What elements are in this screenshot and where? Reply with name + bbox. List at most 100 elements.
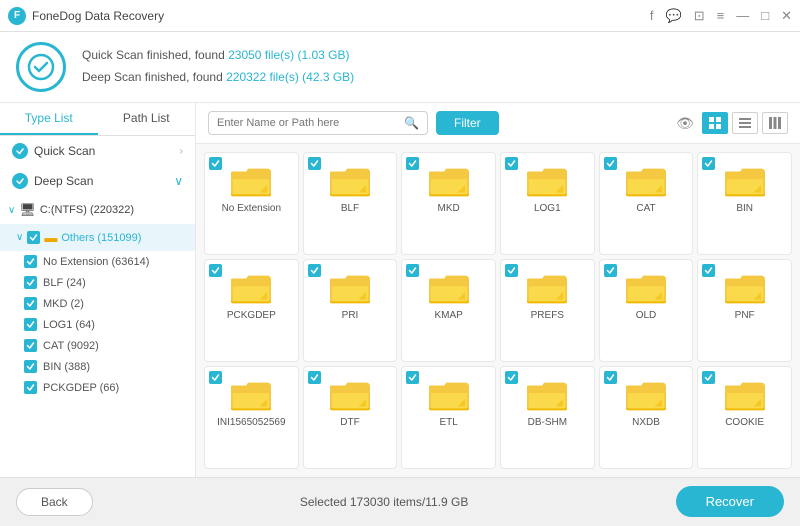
drive-item[interactable]: ∨ 🖥 C:(NTFS) (220322) xyxy=(0,196,195,224)
file-type-item[interactable]: BLF (24) xyxy=(0,272,195,293)
minimize-icon[interactable]: — xyxy=(736,8,749,23)
deep-scan-arrow: ∨ xyxy=(174,174,183,188)
file-type-checkbox[interactable] xyxy=(24,297,37,310)
maximize-icon[interactable]: □ xyxy=(761,8,769,23)
file-type-checkbox[interactable] xyxy=(24,318,37,331)
file-tile[interactable]: PNF xyxy=(697,259,792,362)
folder-icon xyxy=(725,272,765,306)
folder-icon xyxy=(626,272,666,306)
folder-icon: ▬ xyxy=(44,230,57,245)
file-tile[interactable]: NXDB xyxy=(599,366,694,469)
tile-checkbox[interactable] xyxy=(604,371,617,385)
tile-checkbox[interactable] xyxy=(505,264,518,278)
file-type-checkbox[interactable] xyxy=(24,276,37,289)
tile-checkbox[interactable] xyxy=(505,157,518,171)
file-tile[interactable]: BIN xyxy=(697,152,792,255)
tile-checkbox[interactable] xyxy=(604,157,617,171)
file-tile[interactable]: PREFS xyxy=(500,259,595,362)
file-type-label: MKD (2) xyxy=(43,298,84,310)
tile-checkbox[interactable] xyxy=(308,264,321,278)
file-tile[interactable]: KMAP xyxy=(401,259,496,362)
tile-label: DB-SHM xyxy=(528,417,567,428)
folder-icon xyxy=(231,272,271,306)
file-tile[interactable]: DTF xyxy=(303,366,398,469)
tile-checkbox[interactable] xyxy=(702,157,715,171)
file-tile[interactable]: BLF xyxy=(303,152,398,255)
file-type-label: No Extension (63614) xyxy=(43,256,149,268)
file-tile[interactable]: MKD xyxy=(401,152,496,255)
file-tile[interactable]: INI1565052569 xyxy=(204,366,299,469)
file-tile[interactable]: No Extension xyxy=(204,152,299,255)
tile-checkbox[interactable] xyxy=(604,264,617,278)
others-checkbox[interactable] xyxy=(27,231,40,244)
file-type-item[interactable]: CAT (9092) xyxy=(0,335,195,356)
back-button[interactable]: Back xyxy=(16,488,93,516)
tile-checkbox[interactable] xyxy=(209,371,222,385)
search-icon: 🔍 xyxy=(404,116,419,130)
file-type-label: CAT (9092) xyxy=(43,340,99,352)
folder-icon xyxy=(330,379,370,413)
tile-checkbox[interactable] xyxy=(505,371,518,385)
folder-icon xyxy=(231,379,271,413)
quick-scan-item[interactable]: Quick Scan › xyxy=(0,136,195,166)
tile-checkbox[interactable] xyxy=(308,157,321,171)
tab-type-list[interactable]: Type List xyxy=(0,103,98,135)
file-type-item[interactable]: MKD (2) xyxy=(0,293,195,314)
tile-checkbox[interactable] xyxy=(406,157,419,171)
window-controls[interactable]: f 💬 ⊡ ≡ — □ ✕ xyxy=(650,8,792,24)
tab-path-list[interactable]: Path List xyxy=(98,103,196,135)
file-type-item[interactable]: No Extension (63614) xyxy=(0,251,195,272)
file-tile[interactable]: OLD xyxy=(599,259,694,362)
eye-button[interactable]: 👁 xyxy=(672,112,698,134)
search-input[interactable] xyxy=(217,117,404,129)
file-type-checkbox[interactable] xyxy=(24,381,37,394)
search-box[interactable]: 🔍 xyxy=(208,111,428,135)
file-type-item[interactable]: BIN (388) xyxy=(0,356,195,377)
header: Quick Scan finished, found 23050 file(s)… xyxy=(0,32,800,103)
title-bar: F FoneDog Data Recovery f 💬 ⊡ ≡ — □ ✕ xyxy=(0,0,800,32)
file-tile[interactable]: ETL xyxy=(401,366,496,469)
tile-label: KMAP xyxy=(434,310,462,321)
tile-checkbox[interactable] xyxy=(702,371,715,385)
column-view-button[interactable] xyxy=(762,112,788,134)
file-type-checkbox[interactable] xyxy=(24,255,37,268)
file-type-item[interactable]: PCKGDEP (66) xyxy=(0,377,195,398)
quick-scan-result: Quick Scan finished, found 23050 file(s)… xyxy=(82,45,784,67)
tile-checkbox[interactable] xyxy=(406,371,419,385)
file-tile[interactable]: PRI xyxy=(303,259,398,362)
tile-checkbox[interactable] xyxy=(209,264,222,278)
chat-icon[interactable]: 💬 xyxy=(666,8,682,24)
folder-icon xyxy=(429,272,469,306)
grid-view-button[interactable] xyxy=(702,112,728,134)
folder-icon xyxy=(527,379,567,413)
file-type-label: BLF (24) xyxy=(43,277,86,289)
others-folder-item[interactable]: ∨ ▬ Others (151099) xyxy=(0,224,195,251)
tile-checkbox[interactable] xyxy=(702,264,715,278)
file-type-checkbox[interactable] xyxy=(24,360,37,373)
close-icon[interactable]: ✕ xyxy=(781,8,792,24)
share-icon[interactable]: ⊡ xyxy=(694,8,705,24)
file-tile[interactable]: COOKIE xyxy=(697,366,792,469)
filter-button[interactable]: Filter xyxy=(436,111,499,135)
facebook-icon[interactable]: f xyxy=(650,8,654,23)
menu-icon[interactable]: ≡ xyxy=(717,8,725,23)
file-tile[interactable]: CAT xyxy=(599,152,694,255)
view-controls: 👁 xyxy=(672,112,788,134)
list-view-button[interactable] xyxy=(732,112,758,134)
quick-scan-arrow: › xyxy=(180,146,183,157)
file-type-item[interactable]: LOG1 (64) xyxy=(0,314,195,335)
content-toolbar: 🔍 Filter 👁 xyxy=(196,103,800,144)
recover-button[interactable]: Recover xyxy=(676,486,784,517)
tile-label: INI1565052569 xyxy=(217,417,285,428)
deep-scan-item[interactable]: Deep Scan ∨ xyxy=(0,166,195,196)
folder-icon xyxy=(527,165,567,199)
drive-icon: 🖥 xyxy=(19,202,36,218)
file-type-checkbox[interactable] xyxy=(24,339,37,352)
tile-checkbox[interactable] xyxy=(406,264,419,278)
tile-checkbox[interactable] xyxy=(308,371,321,385)
file-tile[interactable]: PCKGDEP xyxy=(204,259,299,362)
file-grid: No Extension BLF xyxy=(196,144,800,477)
tile-checkbox[interactable] xyxy=(209,157,222,171)
file-tile[interactable]: DB-SHM xyxy=(500,366,595,469)
file-tile[interactable]: LOG1 xyxy=(500,152,595,255)
